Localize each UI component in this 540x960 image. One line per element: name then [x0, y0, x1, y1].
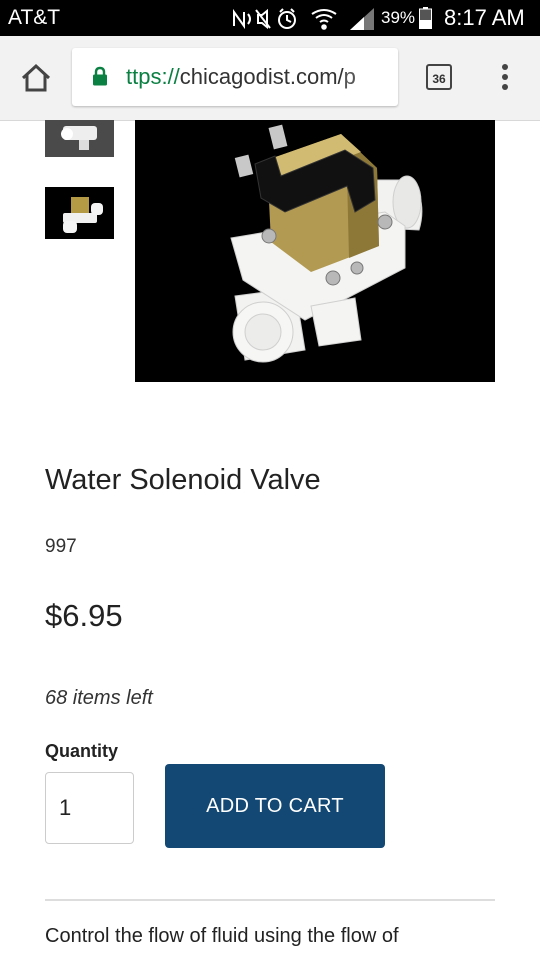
- url-scheme: ttps://: [126, 64, 180, 89]
- browser-toolbar: ttps://chicagodist.com/p 36: [0, 36, 540, 121]
- status-icons: [233, 8, 374, 30]
- url-text: ttps://chicagodist.com/p: [126, 64, 356, 90]
- product-description: Control the flow of fluid using the flow…: [45, 925, 399, 947]
- product-main-image[interactable]: [135, 120, 495, 382]
- nfc-icon: [233, 8, 251, 30]
- status-bar: AT&T 39% 8:17 AM: [0, 0, 540, 36]
- clock: 8:17 AM: [444, 5, 525, 30]
- product-thumbnail-1[interactable]: [45, 120, 114, 157]
- carrier-label: AT&T: [8, 6, 61, 29]
- signal-icon: [350, 8, 374, 30]
- stock-status: 68 items left: [45, 687, 153, 709]
- url-path: p: [343, 64, 356, 89]
- section-divider: [45, 899, 495, 901]
- tabs-icon[interactable]: 36: [426, 64, 452, 90]
- solenoid-valve-image: [135, 120, 495, 382]
- alarm-icon: [278, 8, 296, 29]
- product-sku: 997: [45, 536, 77, 557]
- battery-percent: 39%: [381, 8, 416, 27]
- wifi-icon: [311, 9, 337, 30]
- valve-thumbnail-image: [45, 187, 114, 239]
- product-thumbnail-2[interactable]: [45, 187, 114, 239]
- battery-icon: [419, 7, 432, 29]
- url-host: chicagodist.com/: [179, 64, 344, 89]
- overflow-menu-icon[interactable]: [495, 64, 515, 94]
- product-price: $6.95: [45, 598, 123, 633]
- url-bar[interactable]: ttps://chicagodist.com/p: [72, 48, 398, 106]
- add-to-cart-button[interactable]: ADD TO CART: [165, 764, 385, 848]
- lock-icon: [93, 66, 107, 86]
- product-title: Water Solenoid Valve: [45, 464, 321, 496]
- quantity-label: Quantity: [45, 741, 119, 761]
- valve-thumbnail-image: [45, 120, 114, 157]
- mute-icon: [255, 8, 271, 30]
- quantity-input[interactable]: [45, 772, 134, 844]
- home-icon[interactable]: [18, 60, 54, 96]
